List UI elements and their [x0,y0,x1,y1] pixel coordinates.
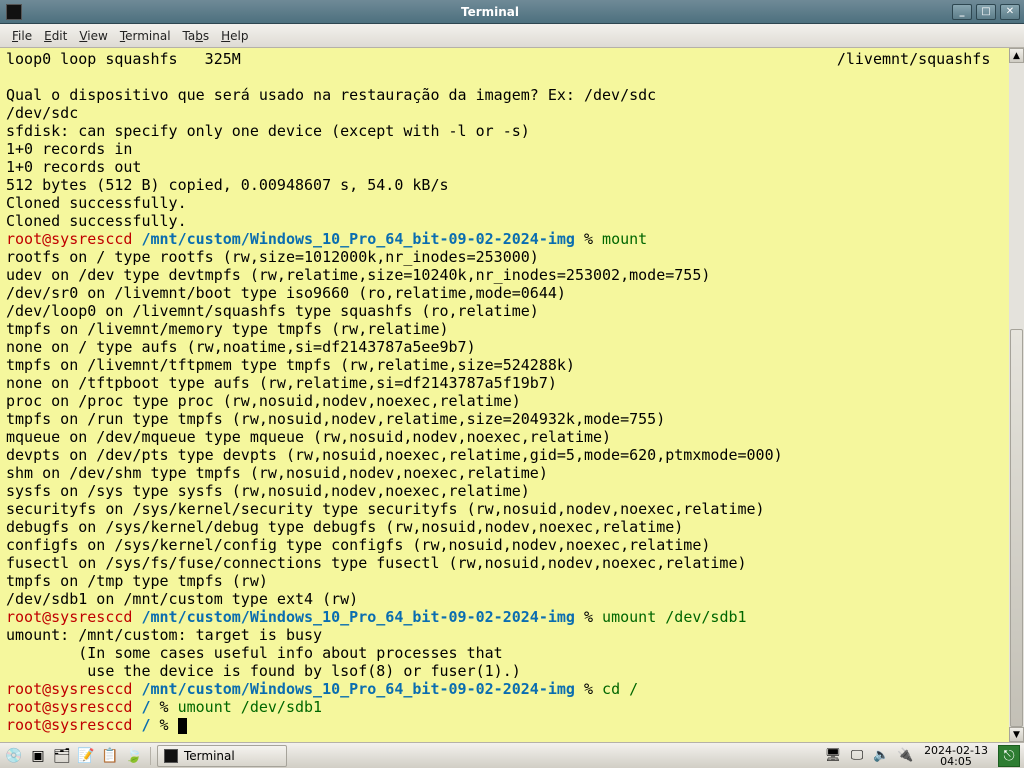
menu-edit[interactable]: Edit [38,27,73,45]
clock-date: 2024-02-13 [924,745,988,756]
scroll-thumb[interactable] [1010,329,1023,727]
files-icon[interactable]: 🗂 [52,746,72,766]
scroll-down-button[interactable]: ▼ [1009,727,1024,742]
menu-tabs[interactable]: Tabs [177,27,216,45]
menu-help[interactable]: Help [215,27,254,45]
menubar: File Edit View Terminal Tabs Help [0,24,1024,48]
prompt-path: /mnt/custom/Windows_10_Pro_64_bit-09-02-… [141,230,574,248]
disc-icon[interactable]: 💿 [4,746,24,766]
umount-error: umount: /mnt/custom: target is busy (In … [6,626,521,680]
minimize-button[interactable]: _ [952,4,972,20]
cmd-umount: umount /dev/sdb1 [602,608,747,626]
cmd-mount: mount [602,230,647,248]
display-icon[interactable]: 🖵 [848,747,866,765]
cmd-cd: cd / [602,680,638,698]
scroll-track[interactable] [1009,63,1024,727]
prompt-user: root@sysresccd [6,230,132,248]
close-button[interactable]: ✕ [1000,4,1020,20]
terminal-output[interactable]: loop0 loop squashfs 325M /livemnt/squash… [0,48,1009,742]
taskbar: 💿 ▣ 🗂 📝 📋 🍃 Terminal 🖥 🖵 🔈 🔌 2024-02-13 … [0,742,1024,768]
cursor [178,718,187,734]
editor-icon[interactable]: 📝 [76,746,96,766]
task-terminal-label: Terminal [184,749,235,763]
menu-file[interactable]: File [6,27,38,45]
window-title: Terminal [28,5,952,19]
power-icon[interactable]: 🔌 [896,747,914,765]
clock[interactable]: 2024-02-13 04:05 [924,745,988,767]
scrollbar[interactable]: ▲ ▼ [1009,48,1024,742]
terminal-launcher-icon[interactable]: ▣ [28,746,48,766]
task-terminal-icon [164,749,178,763]
screens-icon[interactable]: 🖥 [824,747,842,765]
system-tray: 🖥 🖵 🔈 🔌 2024-02-13 04:05 ⎋ [824,745,1020,767]
task-terminal[interactable]: Terminal [157,745,287,767]
window-titlebar: Terminal _ □ ✕ [0,0,1024,24]
menu-terminal[interactable]: Terminal [114,27,177,45]
maximize-button[interactable]: □ [976,4,996,20]
block-clone: Qual o dispositivo que será usado na res… [6,86,656,230]
taskbar-separator [150,747,151,765]
clock-time: 04:05 [924,756,988,767]
logout-icon[interactable]: ⎋ [998,745,1020,767]
notes-icon[interactable]: 📋 [100,746,120,766]
line-loop0: loop0 loop squashfs 325M /livemnt/squash… [6,50,990,68]
mount-output: rootfs on / type rootfs (rw,size=1012000… [6,248,783,608]
scroll-up-button[interactable]: ▲ [1009,48,1024,63]
volume-icon[interactable]: 🔈 [872,747,890,765]
menu-view[interactable]: View [73,27,113,45]
cmd-umount2: umount /dev/sdb1 [178,698,323,716]
terminal-window-icon [6,4,22,20]
leaf-icon[interactable]: 🍃 [124,746,144,766]
